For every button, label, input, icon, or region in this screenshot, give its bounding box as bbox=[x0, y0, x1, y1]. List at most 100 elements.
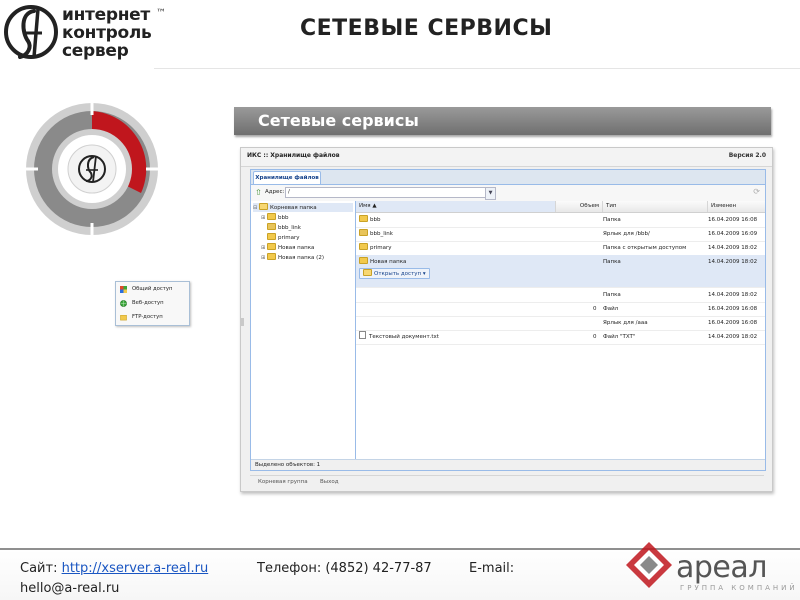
row-modified: 14.04.2009 18:02 bbox=[708, 245, 758, 251]
tree-item-new-folder-2[interactable]: ⊞ Новая папка (2) bbox=[261, 253, 324, 262]
areal-subtitle: ГРУППА КОМПАНИЙ bbox=[680, 584, 798, 592]
row-size: 0 bbox=[593, 334, 597, 340]
folder-icon bbox=[267, 213, 276, 220]
tree-item-label: Новая папка bbox=[278, 245, 315, 251]
file-grid: Имя ▲ Объем Тип Изменен bbb Папка 16.04.… bbox=[356, 201, 765, 459]
address-input[interactable]: / bbox=[285, 187, 489, 198]
tree-item-bbb-link[interactable]: bbb_link bbox=[267, 223, 301, 232]
trademark-sign: ™ bbox=[156, 8, 166, 19]
row-name: Новая папка bbox=[370, 259, 407, 265]
section-wheel-graphic bbox=[26, 103, 158, 235]
address-dropdown-button[interactable]: ▼ bbox=[485, 187, 496, 200]
company-logo: интернет контроль сервер bbox=[0, 0, 152, 68]
root-group-link[interactable]: Корневая группа bbox=[258, 476, 308, 488]
table-row[interactable]: Ярлык для /aaa 16.04.2009 16:08 bbox=[356, 316, 765, 331]
app-header: ИКС :: Хранилище файлов Версия 2.0 bbox=[241, 148, 772, 167]
logo-line-2: контроль bbox=[62, 23, 152, 43]
row-modified: 14.04.2009 18:02 bbox=[708, 334, 758, 340]
folder-tree: ⊟ Корневая папка ⊞ bbb bbb_link primary ⊞ Н… bbox=[251, 201, 356, 459]
address-label: Адрес: bbox=[265, 189, 285, 195]
header-divider bbox=[154, 68, 800, 69]
site-contact: Сайт: http://xserver.a-real.ru bbox=[20, 561, 208, 576]
tree-item-label: bbb_link bbox=[278, 225, 301, 231]
globe-icon bbox=[120, 300, 127, 307]
app-title: ИКС :: Хранилище файлов bbox=[247, 152, 340, 159]
menu-item-label: FTP-доступ bbox=[132, 314, 163, 320]
row-size: 0 bbox=[593, 306, 597, 312]
tree-item-label: Корневая папка bbox=[270, 205, 317, 211]
menu-item-ftp-access[interactable]: FTP-доступ bbox=[116, 311, 189, 324]
site-link[interactable]: http://xserver.a-real.ru bbox=[62, 561, 209, 576]
row-modified: 16.04.2009 16:09 bbox=[708, 231, 758, 237]
ftp-icon bbox=[120, 315, 127, 321]
table-row[interactable]: Текстовый документ.txt 0 Файл "TXT" 14.0… bbox=[356, 330, 765, 345]
row-type: Папка с открытым доступом bbox=[603, 245, 687, 251]
row-modified: 16.04.2009 16:08 bbox=[708, 306, 758, 312]
row-type: Папка bbox=[603, 292, 621, 298]
row-name: bbb bbox=[370, 217, 381, 223]
left-edge-handle bbox=[241, 318, 244, 326]
column-header-name[interactable]: Имя ▲ bbox=[356, 201, 556, 212]
tree-item-label: Новая папка (2) bbox=[278, 255, 324, 261]
menu-item-label: Общий доступ bbox=[132, 286, 173, 292]
table-row[interactable]: bbb_link Ярлык для /bbb/ 16.04.2009 16:0… bbox=[356, 227, 765, 242]
tree-item-bbb[interactable]: ⊞ bbb bbox=[261, 213, 288, 222]
refresh-icon[interactable]: ⟳ bbox=[753, 187, 760, 197]
open-access-button[interactable]: Открыть доступ ▾ bbox=[359, 268, 430, 279]
folder-icon bbox=[359, 257, 368, 264]
tree-item-root[interactable]: ⊟ Корневая папка bbox=[253, 203, 353, 212]
row-name: primary bbox=[370, 245, 392, 251]
open-access-menu: Общий доступ Веб-доступ FTP-доступ bbox=[115, 281, 190, 326]
row-type: Ярлык для /aaa bbox=[603, 320, 648, 326]
row-type: Папка bbox=[603, 217, 621, 223]
row-modified: 14.04.2009 18:02 bbox=[708, 292, 758, 298]
email-label: E-mail: bbox=[469, 561, 515, 576]
row-name: bbb_link bbox=[370, 231, 393, 237]
areal-wordmark: ареал bbox=[676, 550, 767, 585]
row-type: Папка bbox=[603, 259, 621, 265]
table-row[interactable]: 0 Файл 16.04.2009 16:08 bbox=[356, 302, 765, 317]
status-bar: Выделено объектов: 1 bbox=[251, 459, 765, 470]
tree-item-new-folder[interactable]: ⊞ Новая папка bbox=[261, 243, 314, 252]
logo-line-3: сервер bbox=[62, 41, 129, 61]
file-storage-panel: Хранилище файлов ⇧ Адрес: / ▼ ⟳ ⊟ Корнева… bbox=[250, 169, 766, 471]
table-row[interactable]: bbb Папка 16.04.2009 16:08 bbox=[356, 213, 765, 228]
table-row-selected[interactable]: Новая папка Папка 14.04.2009 18:02 Откры… bbox=[356, 255, 765, 288]
shared-icon bbox=[120, 286, 127, 293]
menu-item-shared-access[interactable]: Общий доступ bbox=[116, 283, 189, 296]
page-title: СЕТЕВЫЕ СЕРВИСЫ bbox=[300, 16, 553, 41]
column-header-type[interactable]: Тип bbox=[603, 201, 708, 212]
text-file-icon bbox=[359, 331, 366, 339]
tree-item-label: primary bbox=[278, 235, 300, 241]
folder-icon bbox=[267, 243, 276, 250]
table-row[interactable]: Папка 14.04.2009 18:02 bbox=[356, 288, 765, 303]
logo-wordmark: интернет контроль сервер bbox=[62, 5, 152, 61]
open-access-label: Открыть доступ ▾ bbox=[374, 271, 426, 277]
grid-header: Имя ▲ Объем Тип Изменен bbox=[356, 201, 765, 213]
menu-item-web-access[interactable]: Веб-доступ bbox=[116, 297, 189, 310]
column-header-size[interactable]: Объем bbox=[556, 201, 603, 212]
phone-contact: Телефон: (4852) 42-77-87 bbox=[257, 561, 432, 576]
folder-icon bbox=[267, 233, 276, 240]
app-version: Версия 2.0 bbox=[728, 152, 766, 159]
address-bar: ⇧ Адрес: / ▼ ⟳ bbox=[251, 184, 765, 202]
row-modified: 16.04.2009 16:08 bbox=[708, 320, 758, 326]
row-type: Файл bbox=[603, 306, 619, 312]
tree-item-primary[interactable]: primary bbox=[267, 233, 300, 242]
table-row[interactable]: primary Папка с открытым доступом 14.04.… bbox=[356, 241, 765, 256]
app-footer: Корневая группа Выход bbox=[250, 475, 764, 488]
go-up-arrow-icon[interactable]: ⇧ bbox=[255, 188, 262, 197]
tab-file-storage[interactable]: Хранилище файлов bbox=[253, 171, 321, 185]
logo-line-1: интернет bbox=[62, 5, 150, 25]
row-modified: 14.04.2009 18:02 bbox=[708, 259, 758, 265]
areal-logo-icon bbox=[626, 542, 672, 588]
folder-icon bbox=[359, 215, 368, 222]
banner-title: Сетевые сервисы bbox=[258, 111, 419, 130]
folder-open-icon bbox=[259, 203, 268, 210]
row-type: Файл "TXT" bbox=[603, 334, 636, 340]
exit-link[interactable]: Выход bbox=[320, 476, 339, 488]
email-address[interactable]: hello@a-real.ru bbox=[20, 581, 119, 596]
column-header-modified[interactable]: Изменен bbox=[708, 201, 765, 212]
shared-folder-icon bbox=[359, 243, 368, 250]
folder-open-icon bbox=[363, 269, 372, 276]
